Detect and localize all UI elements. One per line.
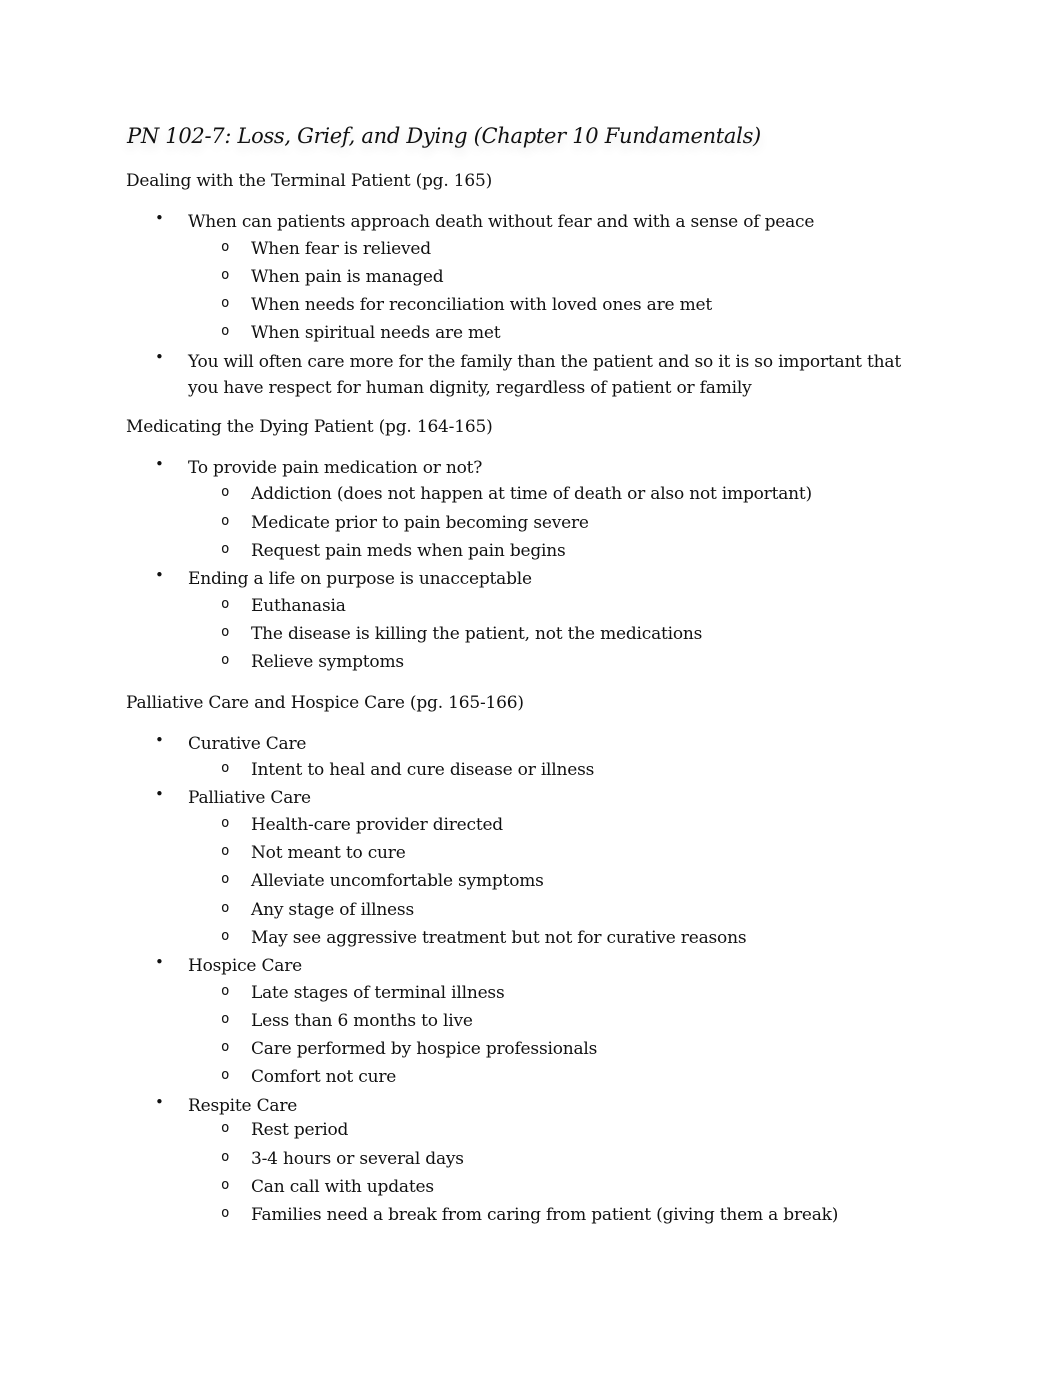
sub-bullet-icon: o [221,843,230,859]
sub-bullet-icon: o [221,1011,230,1027]
sub-bullet-icon: o [221,513,230,529]
bullet-icon: • [155,1093,164,1111]
sub-list-item: Families need a break from caring from p… [251,1205,839,1225]
sub-list-item: Intent to heal and cure disease or illne… [251,760,595,780]
sub-bullet-icon: o [221,1149,230,1165]
bullet-icon: • [155,566,164,584]
sub-list-item: Not meant to cure [251,843,406,863]
sub-list-item: Alleviate uncomfortable symptoms [251,871,544,891]
sub-list-item: When pain is managed [251,267,444,287]
list-item: You will often care more for the family … [188,352,901,372]
sub-list-item: When needs for reconciliation with loved… [251,295,712,315]
bullet-icon: • [155,953,164,971]
sub-list-item: May see aggressive treatment but not for… [251,928,747,948]
document-title: PN 102-7: Loss, Grief, and Dying (Chapte… [127,124,761,148]
sub-bullet-icon: o [221,1205,230,1221]
sub-bullet-icon: o [221,624,230,640]
sub-list-item: Rest period [251,1120,349,1140]
sub-list-item: Comfort not cure [251,1067,397,1087]
sub-list-item: 3-4 hours or several days [251,1149,464,1169]
sub-bullet-icon: o [221,871,230,887]
sub-list-item: The disease is killing the patient, not … [251,624,703,644]
sub-bullet-icon: o [221,1120,230,1136]
sub-list-item: Addiction (does not happen at time of de… [251,484,812,504]
sub-list-item: Late stages of terminal illness [251,983,505,1003]
section-heading: Palliative Care and Hospice Care (pg. 16… [126,693,524,713]
sub-bullet-icon: o [221,541,230,557]
bullet-icon: • [155,455,164,473]
sub-list-item: Request pain meds when pain begins [251,541,566,561]
bullet-icon: • [155,209,164,227]
sub-bullet-icon: o [221,295,230,311]
sub-list-item: Medicate prior to pain becoming severe [251,513,589,533]
sub-bullet-icon: o [221,928,230,944]
list-item: Curative Care [188,734,307,754]
sub-list-item: Less than 6 months to live [251,1011,473,1031]
sub-bullet-icon: o [221,239,230,255]
bullet-icon: • [155,785,164,803]
list-item-continuation: you have respect for human dignity, rega… [188,378,752,398]
sub-bullet-icon: o [221,596,230,612]
list-item: To provide pain medication or not? [188,458,483,478]
bullet-icon: • [155,731,164,749]
sub-bullet-icon: o [221,323,230,339]
list-item: Palliative Care [188,788,311,808]
sub-list-item: Can call with updates [251,1177,434,1197]
sub-list-item: Health-care provider directed [251,815,503,835]
bullet-icon: • [155,348,164,366]
sub-bullet-icon: o [221,1039,230,1055]
sub-bullet-icon: o [221,1177,230,1193]
list-item: Ending a life on purpose is unacceptable [188,569,532,589]
sub-bullet-icon: o [221,267,230,283]
sub-list-item: Any stage of illness [251,900,414,920]
list-item: Respite Care [188,1096,298,1116]
sub-bullet-icon: o [221,815,230,831]
sub-list-item: Relieve symptoms [251,652,404,672]
section-heading: Medicating the Dying Patient (pg. 164-16… [126,417,493,437]
section-heading: Dealing with the Terminal Patient (pg. 1… [126,171,493,191]
list-item: When can patients approach death without… [188,212,815,232]
sub-bullet-icon: o [221,1067,230,1083]
list-item: Hospice Care [188,956,303,976]
document-page: PN 102-7: Loss, Grief, and Dying (Chapte… [0,0,1062,1377]
sub-bullet-icon: o [221,484,230,500]
sub-list-item: When spiritual needs are met [251,323,501,343]
sub-list-item: When fear is relieved [251,239,431,259]
sub-bullet-icon: o [221,983,230,999]
sub-bullet-icon: o [221,900,230,916]
sub-list-item: Care performed by hospice professionals [251,1039,598,1059]
sub-bullet-icon: o [221,760,230,776]
sub-list-item: Euthanasia [251,596,346,616]
sub-bullet-icon: o [221,652,230,668]
